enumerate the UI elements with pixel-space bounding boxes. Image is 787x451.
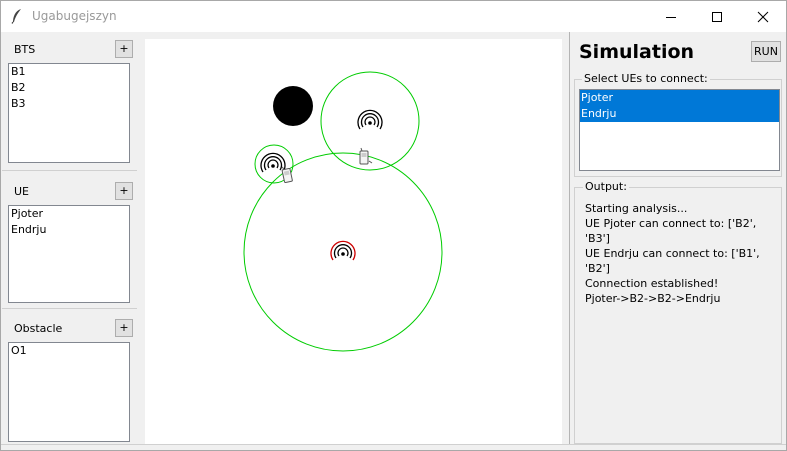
- title-bar[interactable]: Ugabugejszyn: [1, 1, 786, 32]
- list-item[interactable]: B1: [10, 64, 129, 80]
- add-bts-button[interactable]: +: [115, 40, 133, 58]
- output-line: Pjoter->B2->B2->Endrju: [585, 292, 721, 305]
- list-item[interactable]: O1: [10, 343, 129, 359]
- ue-select-listbox[interactable]: Pjoter Endrju: [579, 89, 780, 171]
- ue-label: UE: [14, 185, 30, 198]
- separator: [2, 170, 137, 171]
- antenna-signal-icon[interactable]: [260, 152, 286, 173]
- app-window: Ugabugejszyn BTS + B1 B2 B3 UE + Pjoter: [0, 0, 787, 451]
- map-canvas[interactable]: [145, 39, 562, 444]
- maximize-button[interactable]: [694, 1, 740, 32]
- feather-icon: [10, 8, 24, 24]
- window-bottom-edge: [1, 444, 786, 445]
- run-button[interactable]: RUN: [751, 41, 781, 62]
- separator: [2, 308, 137, 309]
- obstacle-shape[interactable]: [273, 86, 313, 126]
- obstacle-listbox[interactable]: O1: [8, 342, 130, 442]
- close-button[interactable]: [740, 1, 786, 32]
- ue-group: UE + Pjoter Endrju: [6, 178, 133, 308]
- panel-divider: [569, 32, 570, 444]
- ue-listbox[interactable]: Pjoter Endrju: [8, 205, 130, 303]
- list-item[interactable]: Endrju: [10, 222, 129, 238]
- bts-listbox[interactable]: B1 B2 B3: [8, 63, 130, 163]
- bts-group: BTS + B1 B2 B3: [6, 36, 133, 166]
- select-ues-label: Select UEs to connect:: [582, 72, 710, 85]
- antenna-signal-icon[interactable]: [330, 240, 356, 261]
- list-item[interactable]: B3: [10, 96, 129, 112]
- antenna-signal-icon[interactable]: [357, 109, 383, 130]
- simulation-title: Simulation: [579, 41, 695, 63]
- obstacle-group: Obstacle + O1: [6, 315, 133, 443]
- output-line: UE Endrju can connect to: ['B1', 'B2']: [585, 247, 760, 275]
- window-title: Ugabugejszyn: [32, 9, 117, 23]
- object-panel: BTS + B1 B2 B3 UE + Pjoter Endrju Obstac…: [2, 32, 137, 444]
- add-ue-button[interactable]: +: [115, 182, 133, 200]
- minimize-button[interactable]: [648, 1, 694, 32]
- list-item[interactable]: Endrju: [580, 106, 779, 122]
- bts-label: BTS: [14, 43, 36, 56]
- list-item[interactable]: Pjoter: [580, 90, 779, 106]
- output-line: UE Pjoter can connect to: ['B2', 'B3']: [585, 217, 757, 245]
- output-line: Starting analysis...: [585, 202, 688, 215]
- coverage-ring: [320, 71, 420, 171]
- list-item[interactable]: Pjoter: [10, 206, 129, 222]
- output-log: Starting analysis... UE Pjoter can conne…: [585, 201, 781, 306]
- add-obstacle-button[interactable]: +: [115, 319, 133, 337]
- mobile-phone-icon[interactable]: [359, 147, 373, 165]
- output-label: Output:: [583, 180, 629, 193]
- list-item[interactable]: B2: [10, 80, 129, 96]
- output-line: Connection established!: [585, 277, 719, 290]
- obstacle-label: Obstacle: [14, 322, 63, 335]
